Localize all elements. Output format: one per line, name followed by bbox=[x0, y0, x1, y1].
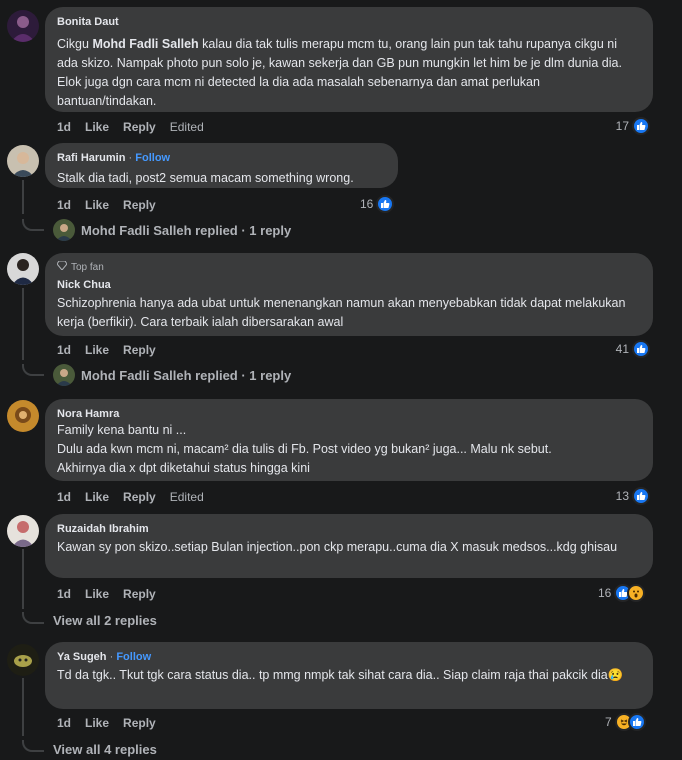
reaction-number: 13 bbox=[615, 489, 629, 503]
comment-author[interactable]: Ya Sugeh bbox=[57, 651, 107, 663]
like-reaction-icon bbox=[632, 117, 650, 135]
avatar bbox=[53, 364, 75, 386]
reply-button[interactable]: Reply bbox=[123, 490, 156, 504]
comment-author[interactable]: Nora Hamra bbox=[57, 407, 641, 421]
like-reaction-icon bbox=[627, 713, 646, 731]
reply-button[interactable]: Reply bbox=[123, 120, 156, 134]
avatar[interactable] bbox=[7, 10, 39, 42]
sad-emoji: 😢 bbox=[607, 668, 624, 682]
like-reaction-icon bbox=[632, 340, 650, 358]
wow-reaction-icon bbox=[627, 584, 646, 602]
like-reaction-icon bbox=[632, 487, 650, 505]
edited-label: Edited bbox=[169, 490, 204, 504]
comment-bubble: Ya Sugeh · Follow Td da tgk.. Tkut tgk c… bbox=[45, 642, 653, 709]
reply-button[interactable]: Reply bbox=[123, 198, 156, 212]
comment-actions: 1d Like Reply bbox=[57, 587, 156, 601]
comment-bubble: Rafi Harumin · Follow Stalk dia tadi, po… bbox=[45, 143, 398, 188]
comment-line: Akhirnya dia x dpt diketahui status hing… bbox=[57, 461, 310, 475]
like-button[interactable]: Like bbox=[85, 120, 109, 134]
like-button[interactable]: Like bbox=[85, 490, 109, 504]
reaction-count[interactable]: 16 bbox=[598, 584, 646, 602]
comment-time[interactable]: 1d bbox=[57, 198, 71, 212]
view-all-replies-link[interactable]: View all 2 replies bbox=[53, 613, 157, 628]
reaction-number: 7 bbox=[605, 715, 612, 729]
reaction-count[interactable]: 7 bbox=[605, 713, 646, 731]
reaction-number: 41 bbox=[615, 342, 629, 356]
avatar[interactable] bbox=[7, 515, 39, 547]
reaction-number: 16 bbox=[360, 197, 374, 211]
reply-button[interactable]: Reply bbox=[123, 343, 156, 357]
comment-time[interactable]: 1d bbox=[57, 490, 71, 504]
comment-actions: 1d Like Reply bbox=[57, 198, 156, 212]
comment-time[interactable]: 1d bbox=[57, 120, 71, 134]
comment-bubble: Nora Hamra Family kena bantu ni ... Dulu… bbox=[45, 399, 653, 481]
reply-button[interactable]: Reply bbox=[123, 716, 156, 730]
comment-text: Kawan sy pon skizo..setiap Bulan injecti… bbox=[57, 540, 618, 554]
comment-text: Family kena bantu ni ... Dulu ada kwn mc… bbox=[57, 421, 641, 478]
reaction-count[interactable]: 13 bbox=[616, 487, 650, 505]
comment-author-row: Ya Sugeh · Follow bbox=[57, 651, 152, 663]
comment-text: Stalk dia tadi, post2 semua macam someth… bbox=[57, 171, 354, 185]
comment-author-row: Rafi Harumin · Follow bbox=[57, 152, 171, 164]
avatar[interactable] bbox=[7, 644, 39, 676]
reaction-number: 16 bbox=[598, 586, 612, 600]
comment-text: Schizophrenia hanya ada ubat untuk menen… bbox=[57, 296, 626, 329]
replied-thread-link[interactable]: Mohd Fadli Salleh replied · 1 reply bbox=[53, 219, 291, 241]
comment-text: Cikgu Mohd Fadli Salleh kalau dia tak tu… bbox=[57, 37, 622, 108]
avatar[interactable] bbox=[7, 400, 39, 432]
view-all-replies-link[interactable]: View all 4 replies bbox=[53, 742, 157, 757]
like-reaction-icon bbox=[376, 195, 395, 213]
reaction-count[interactable]: 17 bbox=[616, 117, 650, 135]
comment-time[interactable]: 1d bbox=[57, 716, 71, 730]
edited-label: Edited bbox=[169, 120, 204, 134]
badge-label: Top fan bbox=[71, 261, 104, 273]
comment-time[interactable]: 1d bbox=[57, 343, 71, 357]
comment-actions: 1d Like Reply bbox=[57, 343, 156, 357]
replied-thread-link[interactable]: Mohd Fadli Salleh replied · 1 reply bbox=[53, 364, 291, 386]
comment-actions: 1d Like Reply Edited bbox=[57, 490, 204, 504]
like-button[interactable]: Like bbox=[85, 716, 109, 730]
comment-bubble: Bonita Daut Cikgu Mohd Fadli Salleh kala… bbox=[45, 7, 653, 112]
comment-author[interactable]: Ruzaidah Ibrahim bbox=[57, 522, 641, 536]
comment-author[interactable]: Nick Chua bbox=[57, 278, 641, 292]
comment-line: Dulu ada kwn mcm ni, macam² dia tulis di… bbox=[57, 442, 552, 456]
comment-author[interactable]: Bonita Daut bbox=[57, 15, 641, 29]
reaction-number: 17 bbox=[615, 119, 629, 133]
diamond-icon bbox=[56, 260, 68, 274]
like-button[interactable]: Like bbox=[85, 198, 109, 212]
comment-bubble: Ruzaidah Ibrahim Kawan sy pon skizo..set… bbox=[45, 514, 653, 578]
comment-author[interactable]: Rafi Harumin bbox=[57, 152, 125, 164]
avatar bbox=[53, 219, 75, 241]
comment-actions: 1d Like Reply bbox=[57, 716, 156, 730]
comment-actions: 1d Like Reply Edited bbox=[57, 120, 204, 134]
avatar[interactable] bbox=[7, 253, 39, 285]
replied-text: Mohd Fadli Salleh replied · 1 reply bbox=[81, 222, 292, 238]
reaction-count[interactable]: 16 bbox=[360, 195, 395, 213]
comment-bubble: Top fan Nick Chua Schizophrenia hanya ad… bbox=[45, 253, 653, 336]
mention-link[interactable]: Mohd Fadli Salleh bbox=[92, 37, 198, 51]
top-fan-badge: Top fan bbox=[56, 260, 641, 274]
comment-line: Family kena bantu ni ... bbox=[57, 423, 187, 437]
comment-time[interactable]: 1d bbox=[57, 587, 71, 601]
reply-button[interactable]: Reply bbox=[123, 587, 156, 601]
replied-text: Mohd Fadli Salleh replied · 1 reply bbox=[81, 367, 292, 383]
reaction-count[interactable]: 41 bbox=[616, 340, 650, 358]
comment-text: Td da tgk.. Tkut tgk cara status dia.. t… bbox=[57, 668, 624, 682]
like-button[interactable]: Like bbox=[85, 343, 109, 357]
avatar[interactable] bbox=[7, 145, 39, 177]
follow-button[interactable]: Follow bbox=[116, 651, 151, 663]
like-button[interactable]: Like bbox=[85, 587, 109, 601]
follow-button[interactable]: Follow bbox=[135, 152, 170, 164]
